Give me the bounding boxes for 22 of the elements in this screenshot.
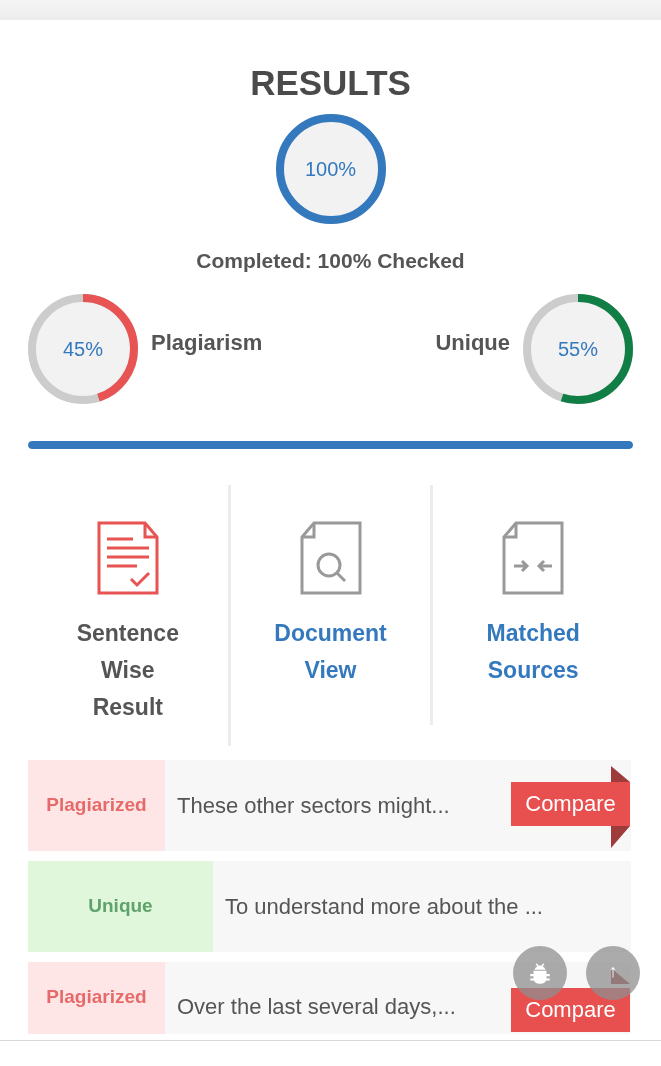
document-compare-icon xyxy=(502,520,565,595)
status-label: Plagiarized xyxy=(28,759,165,851)
result-tab[interactable]: Sentence Wise Result xyxy=(28,484,231,746)
result-tab[interactable]: Document View xyxy=(230,484,434,725)
results-heading: RESULTS xyxy=(250,63,411,103)
status-label: Plagiarized xyxy=(28,961,165,1034)
completion-status: Completed: 100% Checked xyxy=(196,248,465,274)
sentence-text: To understand more about the ... xyxy=(225,892,543,921)
percentage-value: 55% xyxy=(558,336,598,362)
bug-icon xyxy=(527,960,553,986)
sentence-text: Over the last several days,... xyxy=(177,992,456,1021)
compare-button[interactable]: Compare xyxy=(511,781,630,826)
percentage-value: 45% xyxy=(63,336,103,362)
status-label: Unique xyxy=(28,860,213,952)
sentence-text: These other sectors might... xyxy=(177,791,450,820)
score-label: Unique xyxy=(435,329,510,357)
document-check-icon xyxy=(96,520,159,595)
score-label: Plagiarism xyxy=(151,329,263,357)
scroll-top-button[interactable]: ↑ xyxy=(586,946,640,1000)
document-search-icon xyxy=(299,520,362,595)
result-tab[interactable]: Matched Sources xyxy=(433,484,633,709)
percentage-value: 100% xyxy=(304,157,357,182)
